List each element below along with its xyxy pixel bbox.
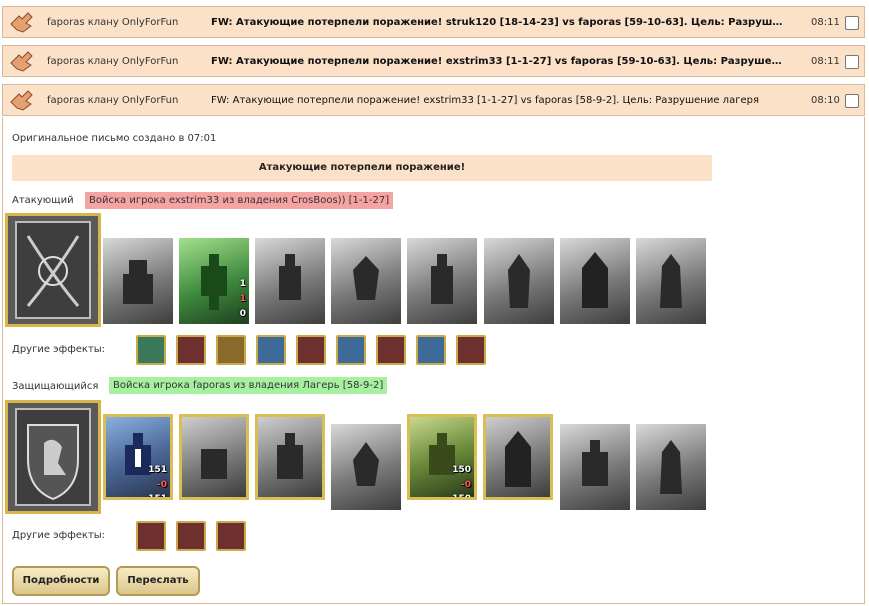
attacker-unit-mage[interactable] <box>636 238 706 324</box>
message-subject[interactable]: FW: Атакующие потерпели поражение! struk… <box>211 17 783 28</box>
unit-silhouette-icon <box>123 260 153 304</box>
effect-fist-icon[interactable] <box>176 335 206 365</box>
effect-gold-icon[interactable] <box>216 335 246 365</box>
message-hand-icon <box>10 90 33 111</box>
effect-fist-icon[interactable] <box>296 335 326 365</box>
defender-emblem <box>5 400 101 514</box>
unit-silhouette-icon <box>201 449 227 479</box>
message-subject[interactable]: FW: Атакующие потерпели поражение! exstr… <box>211 56 783 67</box>
effect-sword-icon[interactable] <box>136 335 166 365</box>
effect-sword-icon[interactable] <box>336 335 366 365</box>
unit-silhouette-icon <box>660 440 682 494</box>
unit-count-initial: 151 <box>148 465 167 475</box>
effect-fist-icon[interactable] <box>176 521 206 551</box>
message-checkbox[interactable] <box>845 16 859 30</box>
unit-count-remaining: 151 <box>148 494 167 500</box>
result-banner: Атакующие потерпели поражение! <box>12 155 712 181</box>
message-row-2[interactable]: faporas клану OnlyForFun FW: Атакующие п… <box>2 45 865 77</box>
message-checkbox[interactable] <box>845 94 859 108</box>
message-time: 08:11 <box>811 56 840 67</box>
message-subject[interactable]: FW: Атакующие потерпели поражение! exstr… <box>211 95 783 106</box>
defender-unit-hooded[interactable] <box>483 414 553 500</box>
message-time: 08:11 <box>811 17 840 28</box>
unit-silhouette-icon <box>279 254 301 300</box>
attacker-unit-druid[interactable] <box>484 238 554 324</box>
attacker-unit-dwarf[interactable] <box>103 238 173 324</box>
defender-unit-rider[interactable] <box>255 414 325 500</box>
bow-crest-icon <box>15 221 91 319</box>
defender-unit-pegasus[interactable] <box>331 424 401 510</box>
unit-silhouette-icon <box>582 252 608 308</box>
defender-army-tag: Войска игрока faporas из владения Лагерь… <box>109 377 388 394</box>
attacker-unit-griffin[interactable] <box>331 238 401 324</box>
unit-count-lost: -0 <box>157 480 167 490</box>
attacker-unit-spearman[interactable] <box>255 238 325 324</box>
defender-unit-mage[interactable] <box>636 424 706 510</box>
unit-silhouette-icon <box>431 254 453 304</box>
attacker-unit-elf[interactable]: 1 1 0 <box>179 238 249 324</box>
unit-silhouette-icon <box>201 254 227 310</box>
message-hand-icon <box>10 12 33 33</box>
lion-crest-icon <box>15 408 91 506</box>
message-row-1[interactable]: faporas клану OnlyForFun FW: Атакующие п… <box>2 6 865 38</box>
defender-effects-label: Другие эффекты: <box>12 530 106 541</box>
unit-count-initial: 1 <box>239 279 246 289</box>
message-sender: faporas клану OnlyForFun <box>47 56 179 67</box>
forward-button[interactable]: Переслать <box>116 566 200 596</box>
attacker-label: Атакующий <box>12 195 74 206</box>
message-time: 08:10 <box>811 95 840 106</box>
effect-sword-icon[interactable] <box>416 335 446 365</box>
message-row-3[interactable]: faporas клану OnlyForFun FW: Атакующие п… <box>2 84 865 116</box>
unit-silhouette-icon <box>429 433 455 475</box>
attacker-army-tag: Войска игрока exstrim33 из владения Cros… <box>85 192 394 209</box>
unit-silhouette-icon <box>125 433 151 475</box>
unit-count-lost: -0 <box>461 480 471 490</box>
effect-sword-icon[interactable] <box>256 335 286 365</box>
unit-silhouette-icon <box>353 256 379 300</box>
effect-fist-icon[interactable] <box>136 521 166 551</box>
unit-silhouette-icon <box>277 433 303 479</box>
details-button[interactable]: Подробности <box>12 566 110 596</box>
unit-count-lost: 1 <box>239 294 246 304</box>
attacker-emblem <box>5 213 101 327</box>
effect-sword-icon[interactable] <box>456 335 486 365</box>
attacker-unit-archer[interactable] <box>407 238 477 324</box>
unit-silhouette-icon <box>353 442 379 486</box>
message-checkbox[interactable] <box>845 55 859 69</box>
effect-sword-icon[interactable] <box>376 335 406 365</box>
attacker-effects-label: Другие эффекты: <box>12 344 106 355</box>
defender-unit-warrior[interactable] <box>560 424 630 510</box>
defender-unit-archer[interactable]: 150 -0 150 <box>407 414 477 500</box>
message-sender: faporas клану OnlyForFun <box>47 95 179 106</box>
message-hand-icon <box>10 51 33 72</box>
unit-silhouette-icon <box>505 431 531 487</box>
defender-label: Защищающийся <box>12 381 99 392</box>
effect-sword-icon[interactable] <box>216 521 246 551</box>
attacker-unit-hooded[interactable] <box>560 238 630 324</box>
unit-silhouette-icon <box>508 254 530 308</box>
unit-count-remaining: 0 <box>239 309 246 319</box>
unit-silhouette-icon <box>660 254 682 308</box>
message-sender: faporas клану OnlyForFun <box>47 17 179 28</box>
defender-unit-cavalry[interactable] <box>179 414 249 500</box>
unit-silhouette-icon <box>582 440 608 486</box>
original-created-note: Оригинальное письмо создано в 07:01 <box>12 133 217 144</box>
unit-count-initial: 150 <box>452 465 471 475</box>
unit-count-remaining: 150 <box>452 494 471 500</box>
defender-unit-knight[interactable]: 151 -0 151 <box>103 414 173 500</box>
